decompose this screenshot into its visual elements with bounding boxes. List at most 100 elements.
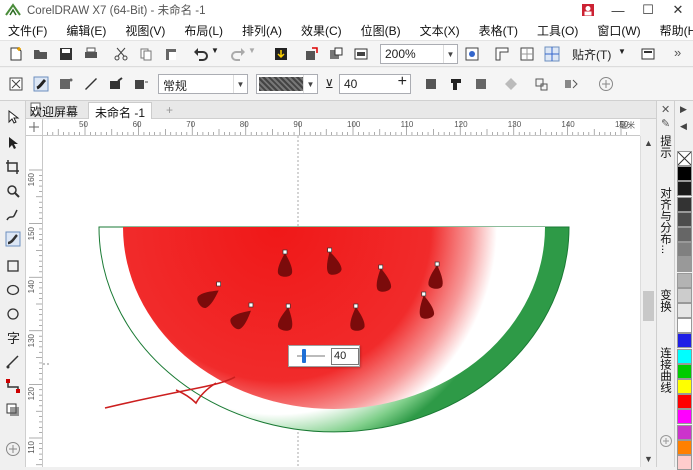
color-swatch[interactable]: [677, 303, 692, 318]
save-icon[interactable]: [58, 46, 74, 62]
undo-dropdown-icon[interactable]: ▼: [211, 46, 227, 62]
docker-close-icon[interactable]: ✕: [661, 103, 670, 116]
preset-artistic-media-icon[interactable]: [8, 76, 24, 92]
color-swatch[interactable]: [677, 439, 692, 455]
parallel-dimension-tool-icon[interactable]: [5, 354, 21, 370]
node-handle[interactable]: [248, 302, 254, 308]
docker-tab-align-distribute[interactable]: 对齐与分布...: [659, 187, 673, 254]
application-launcher-icon[interactable]: [353, 46, 369, 62]
node-handle[interactable]: [421, 291, 427, 297]
color-swatch[interactable]: [677, 196, 692, 212]
palette-scroll-left-icon[interactable]: ◀: [680, 121, 687, 132]
color-swatch[interactable]: [677, 211, 692, 227]
nib-size-field[interactable]: 40 +: [339, 73, 411, 94]
scroll-down-icon[interactable]: ▼: [644, 454, 653, 464]
color-swatch[interactable]: [677, 287, 692, 303]
color-swatch[interactable]: [677, 363, 692, 379]
node-handle[interactable]: [378, 264, 384, 270]
open-folder-icon[interactable]: [33, 46, 49, 62]
docker-pin-icon[interactable]: ✎: [661, 117, 670, 130]
menu-table[interactable]: 表格(T): [479, 22, 518, 39]
vertical-ruler[interactable]: 160 150 140 130 120 110: [26, 136, 43, 467]
full-screen-preview-icon[interactable]: [464, 46, 480, 62]
show-rulers-icon[interactable]: [494, 46, 510, 62]
rectangle-tool-icon[interactable]: [5, 258, 21, 274]
copy-icon[interactable]: [138, 46, 154, 62]
scroll-up-icon[interactable]: ▲: [644, 138, 653, 148]
color-swatch[interactable]: [677, 166, 692, 182]
docker-tab-connector[interactable]: 连接曲线: [659, 347, 673, 393]
color-swatch[interactable]: [677, 333, 692, 349]
node-handle[interactable]: [353, 303, 359, 309]
toolbar-overflow-button[interactable]: »: [674, 45, 681, 60]
node-handle[interactable]: [285, 303, 291, 309]
color-swatch[interactable]: [677, 151, 692, 166]
tilt-icon[interactable]: [448, 76, 464, 92]
object-flip-icon[interactable]: [563, 76, 579, 92]
color-swatch[interactable]: [677, 181, 692, 197]
cut-icon[interactable]: [113, 46, 129, 62]
show-grid-icon[interactable]: [519, 46, 535, 62]
publish-pdf-icon[interactable]: [328, 46, 344, 62]
increment-icon[interactable]: +: [398, 73, 407, 91]
object-sprayer-icon[interactable]: [133, 76, 149, 92]
options-icon[interactable]: [640, 46, 656, 62]
horizontal-ruler[interactable]: 50 60 70 80 90 100 110 120 130 140 150 毫…: [43, 119, 640, 136]
polygon-tool-icon[interactable]: [5, 306, 21, 322]
pressure-icon[interactable]: [423, 76, 439, 92]
snap-dropdown-icon[interactable]: ▼: [618, 47, 626, 56]
show-guidelines-icon[interactable]: [544, 46, 560, 62]
menu-view[interactable]: 视图(V): [125, 22, 165, 39]
bearing-icon[interactable]: [473, 76, 489, 92]
color-swatch[interactable]: [677, 257, 692, 273]
docker-tab-transform[interactable]: 变换: [659, 289, 673, 312]
tab-document[interactable]: 未命名 -1: [88, 102, 153, 120]
color-swatch[interactable]: [677, 455, 692, 470]
shape-tool-icon[interactable]: [5, 135, 21, 151]
pick-tool-icon[interactable]: [5, 109, 21, 125]
menu-arrange[interactable]: 排列(A): [242, 22, 282, 39]
menu-layout[interactable]: 布局(L): [184, 22, 223, 39]
menu-text[interactable]: 文本(X): [420, 22, 460, 39]
paste-icon[interactable]: [163, 46, 179, 62]
maximize-button[interactable]: ☐: [633, 0, 663, 20]
ruler-origin[interactable]: [26, 119, 43, 136]
menu-window[interactable]: 窗口(W): [597, 22, 640, 39]
nib-size-popup-value[interactable]: 40: [331, 348, 359, 365]
palette-scroll-up-icon[interactable]: ▶: [680, 104, 687, 115]
freehand-tool-icon[interactable]: [5, 207, 21, 223]
menu-file[interactable]: 文件(F): [8, 22, 47, 39]
zoom-level-select[interactable]: 200% ▼: [380, 44, 458, 64]
redo-dropdown-icon[interactable]: ▼: [248, 46, 264, 62]
crop-tool-icon[interactable]: [5, 159, 21, 175]
color-swatch[interactable]: [677, 242, 692, 258]
artistic-media-tool-icon[interactable]: [5, 231, 21, 247]
add-plus-icon[interactable]: [598, 76, 614, 92]
import-icon[interactable]: [273, 46, 289, 62]
export-icon[interactable]: [303, 46, 319, 62]
docker-tab-hints[interactable]: 提示: [659, 135, 673, 158]
redo-icon[interactable]: [230, 46, 246, 62]
drop-shadow-tool-icon[interactable]: [5, 402, 21, 418]
print-icon[interactable]: [83, 46, 99, 62]
sprayer-mode-icon[interactable]: [58, 76, 74, 92]
menu-effects[interactable]: 效果(C): [301, 22, 342, 39]
undo-icon[interactable]: [193, 46, 209, 62]
new-document-icon[interactable]: [8, 46, 24, 62]
color-swatch[interactable]: [677, 227, 692, 242]
color-swatch[interactable]: [677, 348, 692, 364]
text-tool-icon[interactable]: 字: [5, 330, 21, 346]
color-swatch[interactable]: [677, 272, 692, 288]
node-handle[interactable]: [434, 261, 440, 267]
brush-category-select[interactable]: 常规 ▼: [158, 74, 248, 94]
connector-tool-icon[interactable]: [5, 378, 21, 394]
brush-mode-icon[interactable]: [33, 76, 49, 92]
vertical-scrollbar[interactable]: ▲ ▼: [640, 136, 656, 467]
user-icon[interactable]: [573, 0, 603, 20]
zoom-tool-icon[interactable]: [5, 183, 21, 199]
tab-welcome-screen[interactable]: 欢迎屏幕: [26, 102, 84, 119]
nib-size-slider[interactable]: [289, 346, 329, 366]
node-handle[interactable]: [327, 247, 332, 253]
expression-mode-icon[interactable]: [108, 76, 124, 92]
color-swatch[interactable]: [677, 318, 692, 334]
